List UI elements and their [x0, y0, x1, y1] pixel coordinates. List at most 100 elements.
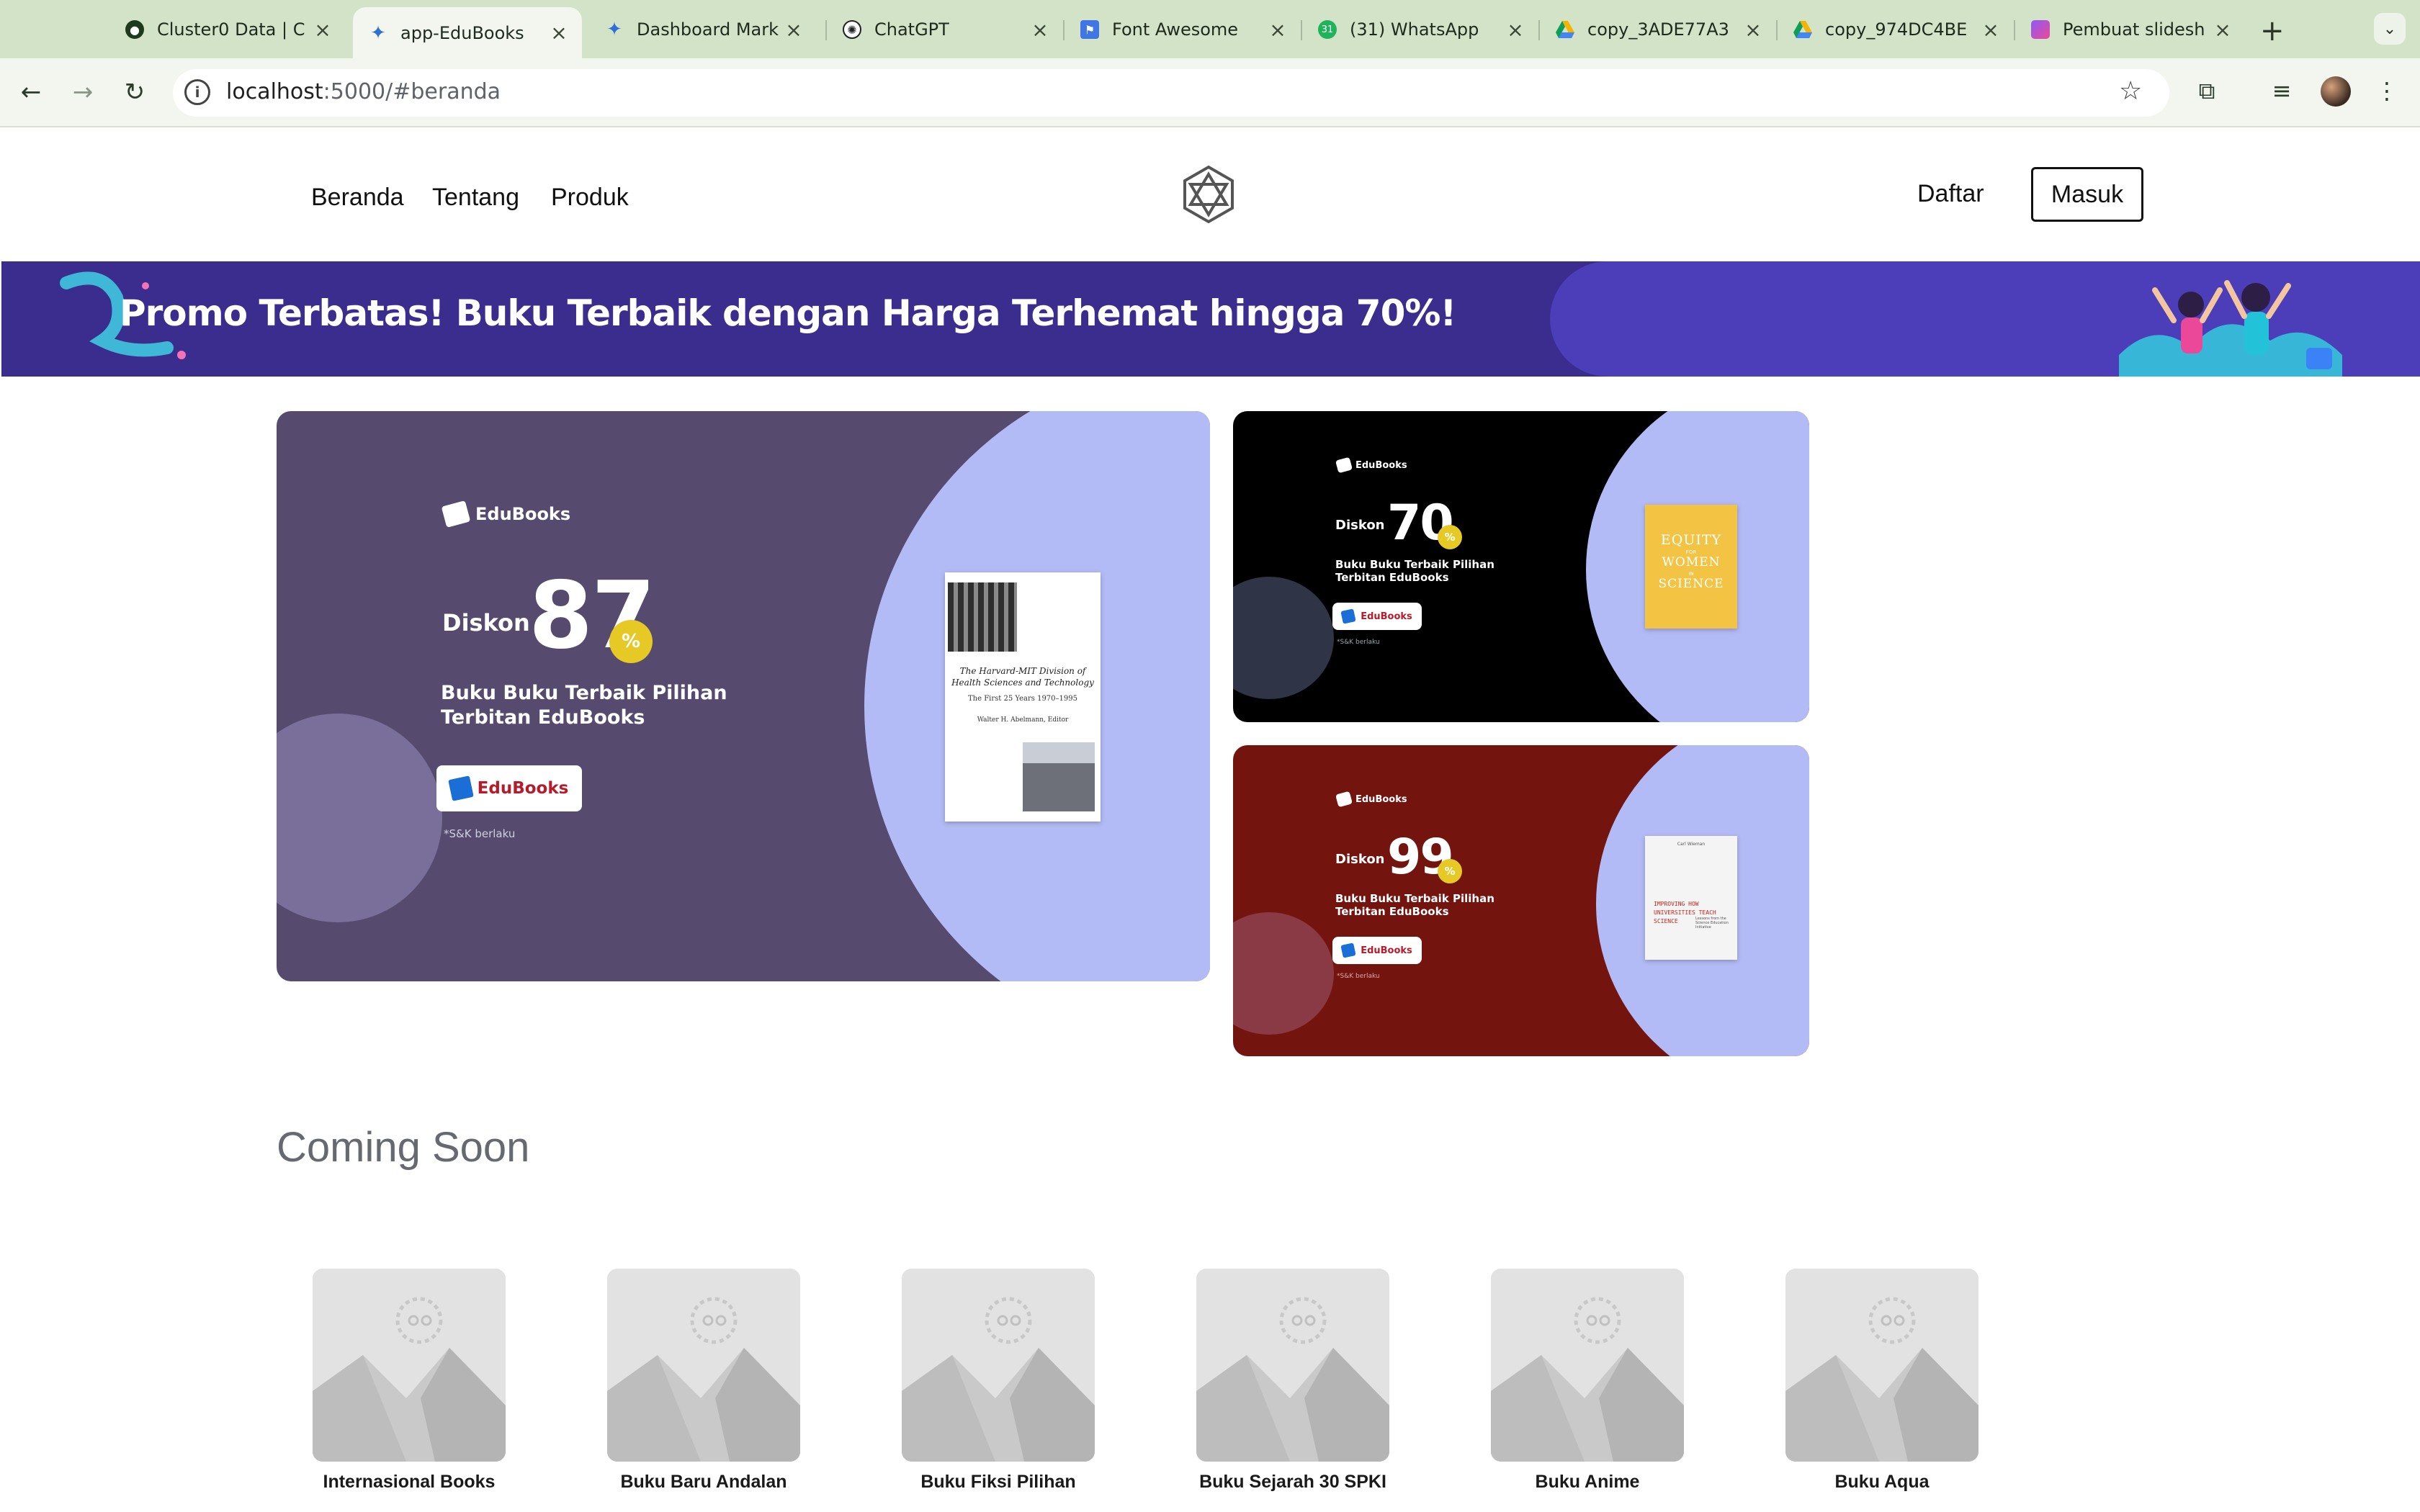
browser-tab[interactable]: Pembuat slidesh ×	[2015, 10, 2246, 49]
browser-tab[interactable]: ✦ Dashboard Mark ×	[589, 10, 817, 49]
close-icon[interactable]: ×	[784, 18, 804, 42]
cover-title-3: SCIENCE	[1654, 918, 1678, 924]
url-host: localhost	[226, 79, 323, 104]
tab-title: copy_974DC4BE	[1825, 19, 1968, 40]
address-url[interactable]: localhost:5000/#beranda	[226, 79, 501, 105]
category-thumbnail-placeholder[interactable]	[607, 1269, 800, 1462]
tab-search-chevron-icon[interactable]: ⌄	[2374, 13, 2406, 45]
tab-title: ChatGPT	[874, 19, 949, 40]
close-icon[interactable]: ×	[1030, 18, 1050, 42]
image-placeholder-icon	[1785, 1269, 1978, 1462]
tab-title: (31) WhatsApp	[1350, 19, 1479, 40]
people-celebrating-illustration	[2119, 280, 2342, 377]
cover-title-1: IMPROVING HOW	[1654, 901, 1699, 907]
category-thumbnail-placeholder[interactable]	[1196, 1269, 1389, 1462]
discount-label: Diskon	[442, 609, 530, 636]
category-thumbnail-placeholder[interactable]	[902, 1269, 1095, 1462]
book-cover: Carl Wieman IMPROVING HOW UNIVERSITIES T…	[1645, 836, 1737, 960]
image-placeholder-icon	[313, 1269, 506, 1462]
card-circle-shape	[1233, 912, 1334, 1035]
site-logo-icon[interactable]	[1178, 164, 1239, 225]
image-placeholder-icon	[607, 1269, 800, 1462]
cover-author: Walter H. Abelmann, Editor	[977, 716, 1069, 724]
cover-title-in: IN	[1688, 571, 1694, 577]
browser-tab-active[interactable]: ✦ app-EduBooks ×	[353, 7, 582, 58]
profile-avatar[interactable]	[2321, 76, 2351, 107]
promo-card-small-2[interactable]: EduBooks Diskon 99 % Buku Buku Terbaik P…	[1233, 745, 1809, 1056]
category-thumbnail-placeholder[interactable]	[313, 1269, 506, 1462]
close-icon[interactable]: ×	[313, 18, 333, 42]
cover-title-women: WOMEN	[1662, 555, 1721, 570]
kebab-menu-icon[interactable]: ⋮	[2371, 75, 2403, 107]
book-icon	[1335, 456, 1353, 474]
close-icon[interactable]: ×	[1743, 18, 1763, 42]
close-icon[interactable]: ×	[1505, 18, 1525, 42]
cover-photo-dome	[1023, 742, 1095, 811]
google-drive-icon	[1793, 20, 1812, 39]
promo-banner-text: Promo Terbatas! Buku Terbaik dengan Harg…	[120, 292, 1456, 334]
globe-icon: ✦	[370, 22, 386, 44]
cover-title-2: Health Sciences and Technology	[951, 678, 1094, 688]
extensions-puzzle-icon[interactable]: ⧉	[2191, 75, 2223, 107]
browser-tab[interactable]: ● Cluster0 Data | C ×	[109, 10, 346, 49]
category-label[interactable]: Internasional Books	[287, 1472, 532, 1493]
nav-link-produk[interactable]: Produk	[551, 184, 629, 212]
category-label[interactable]: Buku Fiksi Pilihan	[876, 1472, 1121, 1493]
tab-title: Pembuat slidesh	[2063, 19, 2205, 40]
brand-name: EduBooks	[1355, 459, 1407, 471]
login-button[interactable]: Masuk	[2031, 167, 2143, 222]
flag-icon: ⚑	[1080, 20, 1099, 39]
discount-label: Diskon	[1335, 518, 1385, 533]
browser-tab[interactable]: ✺ ChatGPT ×	[827, 10, 1063, 49]
nav-link-beranda[interactable]: Beranda	[311, 184, 404, 212]
percent-badge: %	[609, 620, 653, 663]
back-arrow-icon[interactable]: ←	[13, 74, 49, 110]
url-path: :5000/#beranda	[323, 79, 501, 104]
nav-link-tentang[interactable]: Tentang	[432, 184, 519, 212]
tagline-line-1: Buku Buku Terbaik Pilihan	[441, 682, 727, 704]
tagline-line-2: Terbitan EduBooks	[441, 706, 645, 729]
category-label[interactable]: Buku Sejarah 30 SPKI	[1170, 1472, 1415, 1493]
cover-photo-columns	[948, 582, 1017, 652]
tagline-line-2: Terbitan EduBooks	[1335, 905, 1449, 918]
register-link[interactable]: Daftar	[1917, 180, 1984, 208]
site-info-icon[interactable]: i	[184, 79, 210, 105]
tab-title: Dashboard Mark	[637, 19, 779, 40]
close-icon[interactable]: ×	[549, 21, 569, 45]
tab-title: Font Awesome	[1112, 19, 1239, 40]
google-drive-icon	[1556, 20, 1574, 39]
book-icon	[441, 500, 471, 528]
pill-label: EduBooks	[477, 779, 569, 798]
media-control-icon[interactable]: ≡	[2266, 75, 2298, 107]
reload-icon[interactable]: ↻	[117, 74, 153, 110]
browser-tab[interactable]: ⚑ Font Awesome ×	[1065, 10, 1301, 49]
book-icon	[1340, 942, 1356, 958]
close-icon[interactable]: ×	[1268, 18, 1288, 42]
category-label[interactable]: Buku Baru Andalan	[581, 1472, 826, 1493]
brand-mark: EduBooks	[441, 500, 570, 528]
forward-arrow-icon[interactable]: →	[65, 74, 101, 110]
tab-title: Cluster0 Data | C	[157, 19, 305, 40]
brand-mark: EduBooks	[1335, 791, 1407, 808]
tagline-line-1: Buku Buku Terbaik Pilihan	[1335, 558, 1494, 571]
promo-card-small-1[interactable]: EduBooks Diskon 70 % Buku Buku Terbaik P…	[1233, 411, 1809, 722]
book-cover: EQUITY FOR WOMEN IN SCIENCE	[1645, 505, 1737, 629]
category-label[interactable]: Buku Anime	[1465, 1472, 1710, 1493]
category-label[interactable]: Buku Aqua	[1760, 1472, 2004, 1493]
browser-tab[interactable]: copy_974DC4BE ×	[1778, 10, 2014, 49]
browser-tab[interactable]: copy_3ADE77A3 ×	[1540, 10, 1776, 49]
book-icon	[1335, 791, 1353, 808]
pill-label: EduBooks	[1361, 611, 1412, 622]
category-thumbnail-placeholder[interactable]	[1785, 1269, 1978, 1462]
new-tab-plus-icon[interactable]: +	[2260, 14, 2285, 48]
browser-tab[interactable]: 31 (31) WhatsApp ×	[1302, 10, 1538, 49]
percent-badge: %	[1438, 859, 1462, 883]
promo-card-large[interactable]: EduBooks Diskon 87 % Buku Buku Terbaik P…	[277, 411, 1210, 981]
category-thumbnail-placeholder[interactable]	[1491, 1269, 1684, 1462]
book-icon	[1340, 608, 1356, 624]
close-icon[interactable]: ×	[2213, 18, 2233, 42]
bookmark-star-icon[interactable]: ☆	[2119, 76, 2142, 106]
close-icon[interactable]: ×	[1981, 18, 2001, 42]
tab-title: app-EduBooks	[400, 22, 524, 43]
book-cover: The Harvard-MIT Division of Health Scien…	[945, 572, 1101, 822]
